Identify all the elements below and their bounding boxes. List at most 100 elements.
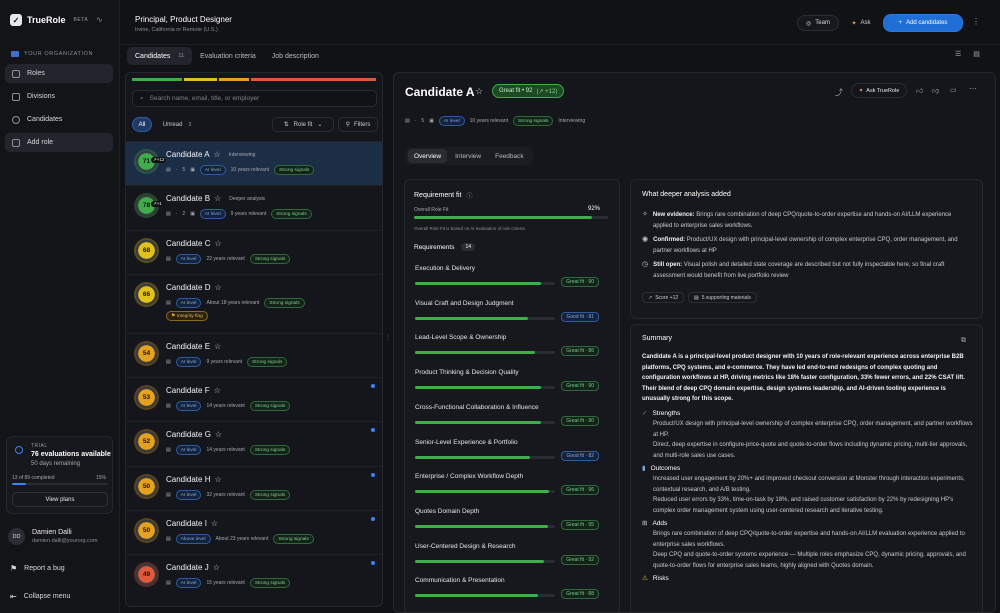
candidate-row[interactable]: 78 ↗+1 Candidate B ☆ Deeper analysis ▤ · 2 ▣ AI l… (126, 185, 382, 229)
split-view-icon[interactable]: ▤ (973, 50, 980, 64)
requirement-item[interactable]: Lead-Level Scope & Ownership Great fit · … (415, 334, 599, 364)
tab-interview[interactable]: Interview (449, 149, 487, 163)
filters-button[interactable]: ⚲ Filters (338, 117, 378, 132)
filters-label: Filters (354, 121, 371, 128)
team-button[interactable]: ◎ Team (797, 15, 839, 31)
requirement-item[interactable]: Cross-Functional Collaboration & Influen… (415, 404, 599, 434)
sidebar-item-add-role[interactable]: Add role (5, 133, 113, 152)
view-plans-button[interactable]: View plans (12, 492, 108, 507)
star-icon[interactable]: ☆ (214, 194, 221, 203)
resize-handle[interactable]: ⋮ (385, 334, 391, 341)
candidate-name-text: Candidate J (166, 563, 209, 572)
requirement-item[interactable]: Quotes Domain Depth Great fit · 95 (415, 508, 599, 538)
requirement-name: Execution & Delivery (415, 265, 475, 272)
requirement-name: Lead-Level Scope & Ownership (415, 334, 507, 342)
candidate-list-panel: ⌕ Search name, email, title, or employer … (125, 72, 383, 607)
star-icon[interactable]: ☆ (475, 86, 483, 97)
tab-overview[interactable]: Overview (408, 149, 448, 163)
tab-candidates[interactable]: Candidates 11 (127, 47, 193, 65)
requirement-item[interactable]: Communication & Presentation Great fit · … (415, 577, 599, 607)
filter-all[interactable]: All (132, 117, 152, 132)
requirement-item[interactable]: User-Centered Design & Research Great fit… (415, 543, 599, 573)
sidebar-item-divisions[interactable]: Divisions (5, 87, 113, 106)
candidate-row[interactable]: 50 Candidate H ☆ ▤ AI level 32 years relevant… (126, 466, 382, 510)
requirement-item[interactable]: Execution & Delivery Great fit · 90 (415, 265, 599, 295)
candidate-row[interactable]: 50 Candidate I ☆ ▤ Above level About 23 years… (126, 510, 382, 554)
star-icon[interactable]: ☆ (214, 386, 221, 395)
unread-dot (371, 517, 375, 521)
years-relevant: 14 years relevant (206, 447, 245, 453)
candidate-row[interactable]: 68 Candidate C ☆ ▤ AI level 22 years relevant… (126, 230, 382, 274)
summary-card: Summary ⧉ Candidate A is a principal-lev… (630, 324, 983, 612)
strength-item: Product/UX design with principal-level o… (653, 421, 973, 438)
info-icon[interactable]: ⓘ (466, 191, 472, 200)
requirement-item[interactable]: Product Thinking & Decision Quality Great… (415, 369, 599, 399)
strong-signals-tag: Strong signals (249, 254, 291, 264)
report-bug-link[interactable]: ⚑ Report a bug (10, 564, 65, 573)
star-icon[interactable]: ☆ (214, 475, 221, 484)
copy-icon[interactable]: ⧉ (961, 337, 966, 345)
share-icon[interactable]: ⤴ (835, 87, 843, 98)
strength-item: Direct, deep expertise in configure-pric… (653, 442, 968, 459)
star-icon[interactable]: ☆ (214, 283, 221, 292)
score-ring: 53 (136, 387, 157, 408)
candidate-meta: ▤ AI level 32 years relevant Strong signals (166, 490, 291, 500)
tab-job-description[interactable]: Job description (264, 47, 327, 65)
tab-evaluation-criteria[interactable]: Evaluation criteria (192, 47, 264, 65)
user-profile[interactable]: DD Damien Dalli damien.dalli@yourorg.com (8, 528, 98, 545)
candidate-row[interactable]: 54 Candidate E ☆ ▤ AI level 9 years relevant S… (126, 333, 382, 377)
ai-level-tag: AI level (438, 116, 465, 126)
candidate-row[interactable]: 49 Candidate J ☆ ▤ AI level 15 years relevant… (126, 554, 382, 598)
list-view-icon[interactable]: ☰ (955, 50, 961, 64)
ai-level-tag: AI level (199, 165, 226, 175)
filter-unread[interactable]: Unread 3 (156, 117, 198, 132)
star-icon[interactable]: ☆ (213, 563, 220, 572)
requirement-item[interactable]: Senior-Level Experience & Portfolio Good … (415, 439, 599, 469)
search-input[interactable]: ⌕ Search name, email, title, or employer (132, 90, 377, 107)
ask-truerole-button[interactable]: ✦ Ask TrueRole (851, 83, 907, 98)
integrity-flag-tag: ⚑ Integrity flag (166, 311, 208, 321)
star-icon[interactable]: ☆ (214, 342, 221, 351)
user-icon (12, 115, 20, 124)
candidate-row[interactable]: 53 Candidate F ☆ ▤ AI level 14 years relevant… (126, 377, 382, 421)
candidate-row[interactable]: 52 Candidate G ☆ ▤ AI level 14 years relevant… (126, 421, 382, 465)
sidebar-item-label: Add role (27, 139, 54, 146)
sidebar-item-roles[interactable]: Roles (5, 64, 113, 83)
ask-button[interactable]: ✦ Ask (845, 15, 877, 31)
strong-signals-tag: Strong signals (513, 116, 554, 126)
logo[interactable]: ✓ TrueRole BETA (10, 14, 88, 26)
role-fit-sort[interactable]: ⇅ Role fit ⌄ (272, 117, 334, 132)
requirement-fit-badge: Great fit · 90 (561, 277, 599, 287)
star-icon[interactable]: ☆ (215, 430, 222, 439)
candidate-meta: ▤ AI level 14 years relevant Strong signals (166, 445, 291, 455)
candidate-name: Candidate E ☆ (166, 342, 221, 351)
candidate-row[interactable]: 71 ↗+12 Candidate A ☆ Interviewing ▤ · 5 ▣ AI lev… (126, 141, 382, 185)
more-vertical-icon[interactable]: ⋮ (972, 17, 980, 26)
candidate-row[interactable]: 66 Candidate D ☆ ▤ AI level About 18 years re… (126, 274, 382, 332)
materials-chip-label: 5 supporting materials (701, 294, 751, 301)
star-icon[interactable]: ☆ (211, 519, 218, 528)
candidate-meta: ▤ · 2 ▣ AI level 9 years relevant Strong signa… (166, 209, 312, 219)
add-candidates-label: Add candidates (906, 20, 948, 26)
materials-chip[interactable]: ▤ 5 supporting materials (688, 292, 757, 303)
requirement-bar (415, 282, 555, 285)
filter-icon: ⚲ (345, 122, 351, 128)
sidebar-item-label: Roles (27, 70, 45, 77)
sidebar-item-candidates[interactable]: Candidates (5, 110, 113, 129)
comment-icon[interactable]: ▭ (950, 86, 957, 94)
tab-feedback[interactable]: Feedback (489, 149, 530, 163)
requirement-item[interactable]: Enterprise / Complex Workflow Depth Great… (415, 473, 599, 503)
add-candidates-button[interactable]: + Add candidates (883, 14, 963, 32)
requirement-item[interactable]: Visual Craft and Design Judgment Good fit… (415, 300, 599, 330)
more-icon[interactable]: ⋯ (969, 84, 977, 93)
thumbs-down-icon[interactable]: 👎︎ (932, 86, 939, 95)
star-icon[interactable]: ☆ (214, 239, 221, 248)
new-evidence-icon: ✧ (642, 211, 648, 218)
star-icon[interactable]: ☆ (214, 150, 221, 159)
thumbs-up-icon[interactable]: 👍︎ (916, 86, 923, 95)
requirement-bar-fill (415, 282, 541, 285)
years-relevant: 9 years relevant (230, 211, 267, 217)
activity-icon[interactable]: ∿ (96, 15, 103, 24)
score-value: 78 (142, 202, 151, 209)
collapse-menu-link[interactable]: ⇤ Collapse menu (10, 592, 70, 601)
